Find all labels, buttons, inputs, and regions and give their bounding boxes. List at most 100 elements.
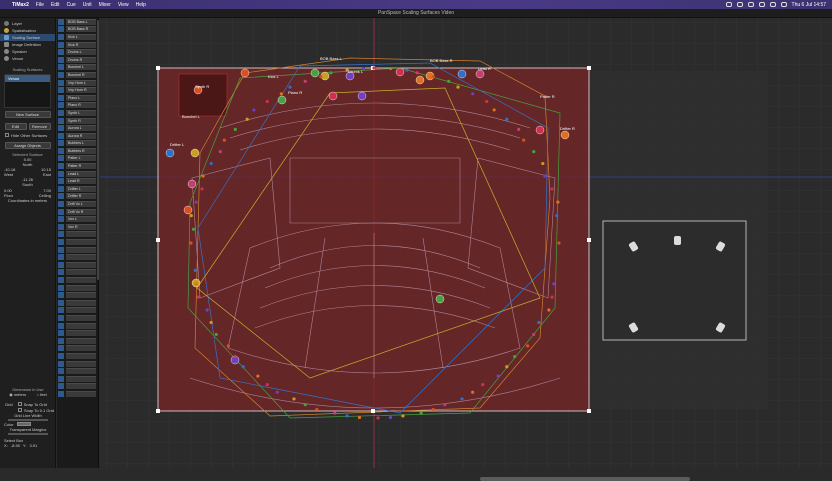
meters-radio[interactable]: ◉ meters <box>9 392 26 397</box>
channel-row[interactable]: Vxp Horn R <box>57 86 98 94</box>
channel-row[interactable]: BOB Bass R <box>57 26 98 34</box>
feet-radio[interactable]: ○ feet <box>37 392 47 397</box>
channel-label[interactable]: Bubbles R <box>66 147 96 154</box>
object-dot[interactable] <box>435 294 445 304</box>
channel-row[interactable]: Kick L <box>57 33 98 41</box>
channel-label[interactable] <box>66 314 96 321</box>
object-dot[interactable] <box>279 92 283 96</box>
channel-row[interactable]: Synth L <box>57 109 98 117</box>
tool-spatialisation[interactable]: Spatialisation <box>0 27 55 34</box>
object-dot[interactable] <box>556 200 560 204</box>
object-dot[interactable] <box>419 411 423 415</box>
grid-line-width-slider[interactable] <box>8 419 48 421</box>
object-dot[interactable] <box>194 282 198 286</box>
object-dot[interactable] <box>187 179 197 189</box>
resize-handle[interactable] <box>371 409 375 413</box>
channel-label[interactable] <box>66 360 96 367</box>
assign-objects-button[interactable]: Assign Objects <box>4 142 51 149</box>
tool-speaker[interactable]: Speaker <box>0 48 55 55</box>
channel-row[interactable] <box>57 329 98 337</box>
object-dot[interactable] <box>345 414 349 418</box>
object-dot[interactable] <box>485 99 489 104</box>
channel-row[interactable] <box>57 276 98 284</box>
channel-row[interactable]: Drift Vo R <box>57 208 98 216</box>
channel-row[interactable]: Aurora L <box>57 124 98 132</box>
channel-row[interactable] <box>57 231 98 239</box>
object-dot[interactable] <box>460 397 464 401</box>
object-dot[interactable] <box>319 74 323 79</box>
channel-number[interactable] <box>58 125 64 132</box>
object-dot[interactable] <box>214 332 218 337</box>
object-dot[interactable] <box>292 397 296 401</box>
object-dot[interactable] <box>475 69 485 79</box>
status-icon[interactable] <box>736 2 743 7</box>
object-dot[interactable] <box>405 68 409 72</box>
channel-label[interactable]: Drifter L <box>66 185 96 192</box>
scaling-surface[interactable] <box>157 67 590 412</box>
channel-number[interactable] <box>58 390 64 397</box>
channel-label[interactable] <box>66 292 96 299</box>
channel-label[interactable] <box>66 337 96 344</box>
object-dot[interactable] <box>443 403 447 407</box>
status-icon[interactable] <box>725 2 732 7</box>
channel-row[interactable] <box>57 238 98 246</box>
status-icon[interactable] <box>747 2 754 7</box>
channel-label[interactable] <box>66 375 96 382</box>
channel-number[interactable] <box>58 163 64 170</box>
channel-row[interactable]: Lead L <box>57 170 98 178</box>
channel-row[interactable]: Bubbles R <box>57 147 98 155</box>
channel-number[interactable] <box>58 246 64 253</box>
channel-row[interactable]: Bonchel R <box>57 71 98 79</box>
channel-label[interactable]: Vox L <box>66 216 96 223</box>
channel-number[interactable] <box>58 71 64 78</box>
object-dot[interactable] <box>329 71 333 75</box>
channel-number[interactable] <box>58 254 64 261</box>
search-icon[interactable] <box>780 2 787 7</box>
channel-label[interactable]: Vxp Horn R <box>66 87 96 94</box>
channel-row[interactable]: Patter L <box>57 155 98 163</box>
object-dot[interactable] <box>201 174 205 178</box>
channel-label[interactable]: Kick L <box>66 33 96 40</box>
channel-row[interactable] <box>57 375 98 383</box>
channel-number[interactable] <box>58 49 64 56</box>
resize-handle[interactable] <box>587 409 591 413</box>
channel-row[interactable] <box>57 383 98 391</box>
channel-row[interactable] <box>57 360 98 368</box>
surface-list[interactable]: Venue <box>4 74 51 108</box>
channel-row[interactable] <box>57 246 98 254</box>
channel-number[interactable] <box>58 56 64 63</box>
channel-number[interactable] <box>58 223 64 230</box>
resize-handle[interactable] <box>156 238 160 242</box>
channel-label[interactable] <box>66 383 96 390</box>
object-dot[interactable] <box>241 365 245 369</box>
channel-label[interactable] <box>66 276 96 283</box>
channel-label[interactable] <box>66 246 96 253</box>
channel-label[interactable]: Patter L <box>66 155 96 162</box>
menu-unit[interactable]: Unit <box>83 2 92 8</box>
object-dot[interactable] <box>189 241 193 245</box>
object-dot[interactable] <box>513 355 517 359</box>
channel-row[interactable] <box>57 307 98 315</box>
channel-label[interactable]: Synth R <box>66 117 96 124</box>
object-dot[interactable] <box>431 407 435 412</box>
channel-number[interactable] <box>58 79 64 86</box>
channel-row[interactable]: Kick R <box>57 41 98 49</box>
channel-row[interactable] <box>57 284 98 292</box>
channel-label[interactable] <box>66 345 96 352</box>
snap-grid01-checkbox[interactable] <box>18 408 22 412</box>
object-dot[interactable] <box>550 187 554 191</box>
object-dot[interactable] <box>535 125 545 135</box>
object-dot[interactable] <box>560 130 570 140</box>
object-dot[interactable] <box>310 68 320 78</box>
object-dot[interactable] <box>481 382 485 387</box>
resize-handle[interactable] <box>587 238 591 242</box>
object-dot[interactable] <box>357 91 367 101</box>
channel-number[interactable] <box>58 155 64 162</box>
channel-row[interactable] <box>57 322 98 330</box>
tool-layer[interactable]: Layer <box>0 20 55 27</box>
channel-number[interactable] <box>58 147 64 154</box>
object-dot[interactable] <box>303 79 307 83</box>
channel-number[interactable] <box>58 383 64 390</box>
channel-number[interactable] <box>58 94 64 101</box>
object-dot[interactable] <box>218 149 222 154</box>
